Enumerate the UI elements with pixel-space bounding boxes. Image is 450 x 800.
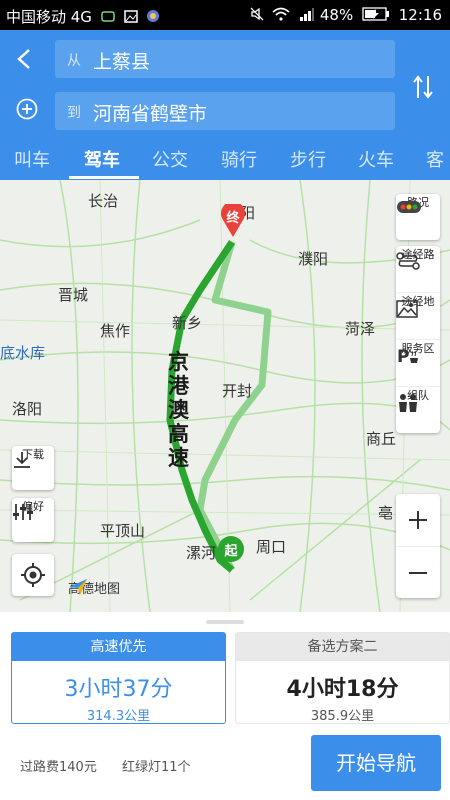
service-area-icon: P bbox=[397, 347, 418, 366]
route-header: 从 上蔡县 到 河南省鹤壁市 叫车 驾车 公交 骑行 步行 火车 客 bbox=[0, 30, 450, 180]
message-icon bbox=[100, 9, 115, 27]
city-label: 新乡 bbox=[172, 314, 203, 332]
image-icon bbox=[123, 9, 138, 27]
route-card-title: 备选方案二 bbox=[236, 633, 449, 661]
origin-marker[interactable]: 起 bbox=[218, 536, 244, 562]
traffic-lights-info: 红绿灯11个 bbox=[122, 760, 191, 775]
tab-train[interactable]: 火车 bbox=[358, 146, 394, 172]
route-card-time: 4小时18分 bbox=[286, 677, 399, 702]
route-card-distance: 385.9公里 bbox=[310, 709, 375, 724]
origin-field[interactable]: 从 上蔡县 bbox=[55, 40, 395, 78]
route-summary-panel: 高速优先 3小时37分 314.3公里 备选方案二 4小时18分 385.9公里… bbox=[0, 612, 450, 800]
amap-logo: 高德地图 bbox=[68, 578, 120, 597]
city-label: 周口 bbox=[256, 538, 287, 556]
waypoint-road-icon bbox=[396, 252, 420, 270]
signal-icon bbox=[299, 7, 315, 25]
alt-route-line bbox=[196, 241, 272, 572]
battery-icon bbox=[362, 6, 390, 25]
app-icon bbox=[146, 9, 160, 27]
wifi-icon bbox=[272, 7, 290, 25]
city-label: 底水库 bbox=[0, 344, 46, 362]
logo-icon bbox=[69, 579, 87, 595]
locate-icon bbox=[21, 563, 45, 587]
battery-label: 48% bbox=[319, 6, 354, 24]
city-label: 洛阳 bbox=[12, 400, 43, 418]
preference-button[interactable]: 偏好 bbox=[12, 498, 54, 542]
city-label: 濮阳 bbox=[298, 250, 329, 268]
toll-info: 过路费140元 bbox=[20, 760, 97, 775]
tab-taxi[interactable]: 叫车 bbox=[14, 146, 50, 172]
destination-field[interactable]: 到 河南省鹤壁市 bbox=[55, 92, 395, 130]
tab-coach[interactable]: 客 bbox=[426, 146, 444, 172]
carrier-label: 中国移动 4G bbox=[6, 8, 92, 26]
route-card-distance: 314.3公里 bbox=[86, 709, 151, 724]
drag-handle[interactable] bbox=[206, 620, 244, 624]
preference-icon bbox=[13, 504, 33, 520]
tab-bike[interactable]: 骑行 bbox=[221, 146, 257, 172]
route-card-title: 高速优先 bbox=[12, 633, 225, 661]
origin-marker-label: 起 bbox=[224, 544, 238, 559]
map-view[interactable]: 长治 阳 濮阳 晋城 新乡 焦作 菏泽 底水库 开封 洛阳 商丘 平顶山 漯河 … bbox=[0, 180, 450, 612]
waypoint-road-button[interactable]: 途经路 bbox=[396, 246, 440, 293]
team-icon bbox=[399, 394, 417, 412]
transport-tabs: 叫车 驾车 公交 骑行 步行 火车 客 bbox=[0, 146, 450, 180]
service-area-button[interactable]: P 服务区 bbox=[396, 340, 440, 387]
zoom-in-button[interactable] bbox=[396, 494, 440, 547]
clock-label: 12:16 bbox=[398, 6, 442, 24]
route-card-fastest[interactable]: 高速优先 3小时37分 314.3公里 bbox=[11, 632, 226, 724]
route-card-alternative[interactable]: 备选方案二 4小时18分 385.9公里 bbox=[235, 632, 450, 724]
city-label: 商丘 bbox=[366, 430, 397, 448]
team-button[interactable]: 组队 bbox=[396, 387, 440, 433]
route-tools-panel: 途经路 途经地 P 服务区 组队 bbox=[396, 246, 440, 433]
waypoint-place-icon bbox=[396, 300, 418, 318]
waypoint-place-button[interactable]: 途经地 bbox=[396, 293, 440, 340]
tab-transit[interactable]: 公交 bbox=[152, 146, 188, 172]
start-navigation-button[interactable]: 开始导航 bbox=[311, 735, 441, 791]
tab-drive[interactable]: 驾车 bbox=[84, 146, 120, 172]
tab-walk[interactable]: 步行 bbox=[290, 146, 326, 172]
road-name-label: 京港澳高速 bbox=[168, 350, 189, 470]
city-label: 开封 bbox=[222, 382, 253, 400]
zoom-out-button[interactable] bbox=[396, 547, 440, 599]
locate-button[interactable] bbox=[12, 554, 54, 596]
origin-prefix: 从 bbox=[67, 53, 81, 69]
zoom-controls bbox=[396, 494, 440, 598]
origin-value: 上蔡县 bbox=[93, 51, 151, 73]
svg-text:P: P bbox=[397, 347, 409, 366]
download-button[interactable]: 下载 bbox=[12, 446, 54, 490]
mute-icon bbox=[250, 7, 264, 25]
city-label: 亳 bbox=[378, 504, 394, 522]
minus-icon bbox=[409, 572, 427, 574]
plus-icon bbox=[409, 511, 427, 529]
city-label: 平顶山 bbox=[100, 522, 146, 540]
city-label: 焦作 bbox=[100, 322, 131, 340]
destination-marker[interactable]: 终 bbox=[220, 204, 246, 238]
active-tab-indicator bbox=[69, 176, 139, 179]
city-label: 漯河 bbox=[186, 544, 217, 562]
destination-prefix: 到 bbox=[67, 105, 81, 121]
traffic-button[interactable]: 路况 bbox=[396, 194, 440, 240]
add-waypoint-icon[interactable] bbox=[16, 98, 38, 120]
city-label: 晋城 bbox=[58, 286, 89, 304]
download-icon bbox=[14, 452, 30, 468]
destination-value: 河南省鹤壁市 bbox=[93, 103, 208, 125]
status-bar: 中国移动 4G 48% 12:16 bbox=[0, 0, 450, 30]
map-layer-panel: 路况 bbox=[396, 194, 440, 240]
city-label: 菏泽 bbox=[345, 320, 376, 338]
swap-icon[interactable] bbox=[412, 74, 434, 100]
back-icon[interactable] bbox=[14, 48, 36, 70]
traffic-icon bbox=[397, 201, 421, 213]
route-card-time: 3小时37分 bbox=[64, 677, 173, 702]
destination-marker-label: 终 bbox=[226, 211, 240, 226]
city-label: 长治 bbox=[88, 192, 119, 210]
